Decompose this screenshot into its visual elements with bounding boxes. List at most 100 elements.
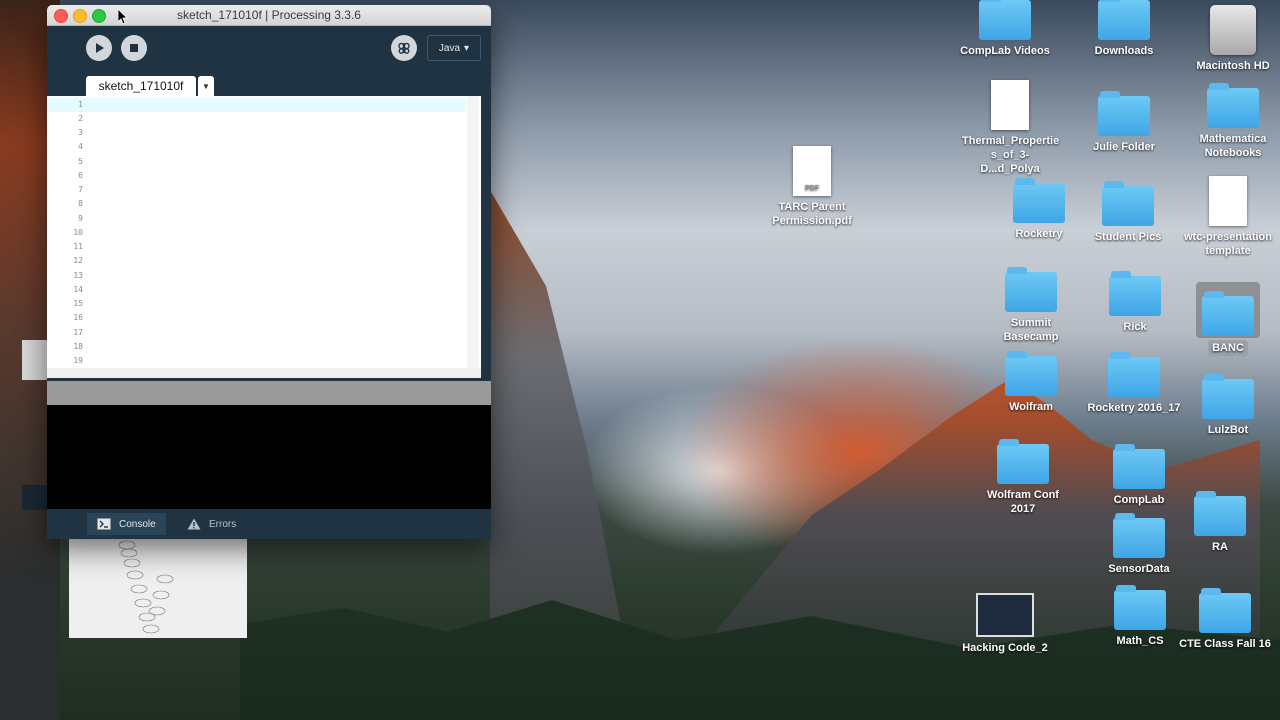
hard-drive-icon [1210, 5, 1256, 55]
desktop-icon-student-pics[interactable]: Student Pics [1080, 181, 1176, 244]
stop-icon [130, 44, 138, 52]
line-number: 1 [78, 100, 83, 109]
desktop-icon-wtc-presentation[interactable]: wtc-presentation template [1180, 176, 1276, 258]
tab-errors[interactable]: Errors [177, 513, 246, 535]
line-number-gutter: 1 2 3 4 5 6 7 8 9 10 11 12 13 14 15 16 1… [47, 96, 87, 368]
desktop-icon-rocketry-2016[interactable]: Rocketry 2016_17 [1086, 352, 1182, 415]
icon-label: Rick [1123, 321, 1147, 333]
desktop-icon-math-cs[interactable]: Math_CS [1092, 585, 1188, 648]
desktop-icon-downloads[interactable]: Downloads [1076, 0, 1172, 58]
butterfly-icon [398, 42, 410, 54]
desktop-icon-mathematica-notebooks[interactable]: Mathematica Notebooks [1185, 83, 1280, 160]
sketch-output-window[interactable] [69, 539, 247, 638]
icon-label: Thermal_Propertie s_of_3-D...d_Polya [962, 135, 1060, 175]
folder-icon [997, 439, 1049, 484]
line-number: 10 [73, 228, 83, 237]
warning-icon [187, 518, 201, 530]
tab-sketch[interactable]: sketch_171010f [86, 76, 196, 96]
desktop-icon-hacking-code[interactable]: Hacking Code_2 [957, 593, 1053, 655]
chevron-down-icon: ▼ [202, 81, 210, 91]
folder-icon [1098, 91, 1150, 136]
title-bar[interactable]: sketch_171010f | Processing 3.3.6 [47, 5, 491, 26]
window-title: sketch_171010f | Processing 3.3.6 [177, 8, 361, 22]
folder-icon [1108, 352, 1160, 397]
play-icon [96, 43, 104, 53]
vertical-scrollbar[interactable] [467, 96, 479, 368]
icon-label: CTE Class Fall 16 [1179, 638, 1271, 650]
icon-label: Hacking Code_2 [962, 642, 1048, 654]
icon-label: CompLab Videos [960, 45, 1050, 57]
line-number: 2 [78, 114, 83, 123]
desktop-icon-wolfram-conf[interactable]: Wolfram Conf 2017 [975, 439, 1071, 516]
console-divider[interactable] [47, 381, 491, 405]
background-window-edge-2[interactable] [22, 485, 48, 510]
desktop-icon-lulzbot[interactable]: LulzBot [1180, 374, 1276, 437]
wallpaper-el-capitan [490, 190, 630, 670]
icon-label: Wolfram [1009, 401, 1053, 413]
line-number: 9 [78, 214, 83, 223]
sketch-output-drawing [118, 540, 174, 634]
stop-button[interactable] [121, 35, 147, 61]
desktop-icon-tarc-pdf[interactable]: PDF TARC Parent Permission.pdf [764, 146, 860, 228]
desktop-icon-rocketry[interactable]: Rocketry [991, 178, 1087, 241]
line-number: 17 [73, 328, 83, 337]
line-number: 8 [78, 199, 83, 208]
folder-icon [1005, 267, 1057, 312]
folder-icon [1102, 181, 1154, 226]
tab-console[interactable]: Console [87, 513, 166, 535]
desktop-icon-rick[interactable]: Rick [1087, 271, 1183, 334]
line-number: 15 [73, 299, 83, 308]
icon-label: SensorData [1108, 563, 1170, 575]
desktop-icon-thermal-properties[interactable]: Thermal_Propertie s_of_3-D...d_Polya [962, 80, 1060, 176]
mouse-cursor-icon [118, 9, 128, 25]
folder-icon [1207, 83, 1259, 128]
icon-label: Macintosh HD [1196, 60, 1270, 72]
desktop-icon-julie-folder[interactable]: Julie Folder [1076, 91, 1172, 154]
mode-label: Java [438, 42, 461, 54]
folder-icon [1113, 513, 1165, 558]
icon-label: wtc-presentation template [1183, 231, 1272, 257]
line-number: 13 [73, 271, 83, 280]
horizontal-scrollbar[interactable] [47, 368, 481, 378]
line-number: 18 [73, 342, 83, 351]
console-output[interactable] [47, 405, 491, 509]
icon-label: Wolfram Conf 2017 [987, 489, 1059, 515]
line-number: 5 [78, 157, 83, 166]
folder-icon [1005, 351, 1057, 396]
icon-label: Rocketry [1015, 228, 1063, 240]
line-number: 16 [73, 313, 83, 322]
debugger-button[interactable] [391, 35, 417, 61]
desktop-icon-summit-basecamp[interactable]: Summit Basecamp [983, 267, 1079, 344]
folder-icon [1113, 444, 1165, 489]
icon-label: Julie Folder [1093, 141, 1155, 153]
document-icon [1209, 176, 1247, 226]
icon-label: Rocketry 2016_17 [1087, 402, 1181, 414]
processing-window[interactable]: sketch_171010f | Processing 3.3.6 Java ▾… [47, 5, 491, 539]
run-button[interactable] [86, 35, 112, 61]
mode-selector[interactable]: Java ▾ [427, 35, 481, 61]
icon-label: BANC [1208, 340, 1248, 356]
document-icon [991, 80, 1029, 130]
icon-label: TARC Parent Permission.pdf [772, 201, 852, 227]
icon-label: Mathematica Notebooks [1199, 133, 1267, 159]
screenshot-thumbnail-icon [976, 593, 1034, 637]
toolbar: Java ▾ [47, 26, 491, 76]
background-window-edge[interactable] [22, 340, 48, 380]
folder-icon [1199, 588, 1251, 633]
desktop-icon-complab-videos[interactable]: CompLab Videos [957, 0, 1053, 58]
line-number: 11 [73, 242, 83, 251]
code-editor[interactable] [86, 96, 481, 368]
folder-icon [1202, 291, 1254, 336]
tab-menu-button[interactable]: ▼ [198, 76, 214, 96]
desktop-icon-banc[interactable]: BANC [1180, 291, 1276, 356]
desktop-icon-wolfram[interactable]: Wolfram [983, 351, 1079, 414]
desktop-icon-macintosh-hd[interactable]: Macintosh HD [1185, 5, 1280, 73]
desktop-icon-cte-class[interactable]: CTE Class Fall 16 [1177, 588, 1273, 651]
desktop-icon-sensordata[interactable]: SensorData [1091, 513, 1187, 576]
icon-label: LulzBot [1207, 424, 1249, 436]
pdf-icon: PDF [793, 146, 831, 196]
folder-icon [1114, 585, 1166, 630]
folder-icon [1194, 491, 1246, 536]
icon-label: Downloads [1094, 45, 1154, 57]
line-number: 3 [78, 128, 83, 137]
